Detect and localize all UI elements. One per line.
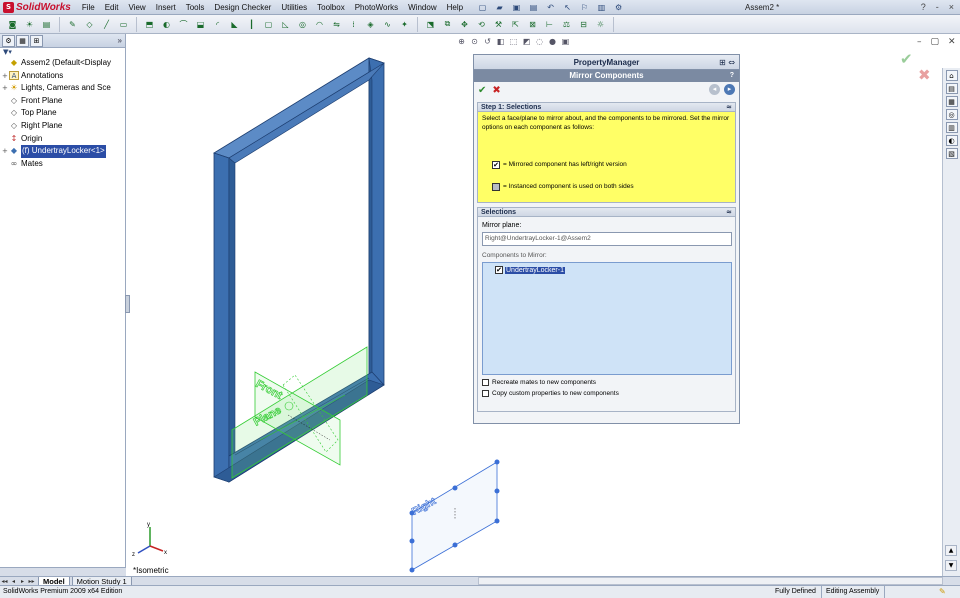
scroll-down-icon[interactable]: ▼ xyxy=(945,560,957,571)
pin-icon[interactable]: ⊞ ⇔ xyxy=(719,55,735,70)
option-recreate-mates[interactable]: Recreate mates to new components xyxy=(482,379,731,386)
solidworks-resources-icon[interactable]: ⌂ xyxy=(945,70,958,81)
tab-next-icon[interactable]: ▸ xyxy=(18,578,27,585)
triad-x-label: x xyxy=(164,550,167,556)
search-icon[interactable]: ◎ xyxy=(945,109,958,120)
edit-appearance-icon[interactable]: ● xyxy=(547,36,558,47)
property-manager-panel: PropertyManager ⊞ ⇔ Mirror Components ? … xyxy=(473,54,740,424)
feature-title: Mirror Components xyxy=(569,71,644,80)
section-view-icon[interactable]: ◧ xyxy=(495,36,506,47)
legend-instanced: = Instanced component is used on both si… xyxy=(482,183,731,192)
heads-up-view-toolbar: ⊕ ⊙ ↺ ◧ ⬚ ◩ ◌ ● ▣ xyxy=(455,36,572,47)
confirmation-cancel-icon[interactable]: ✖ xyxy=(918,66,931,84)
viewport-restore-icon[interactable]: ▢ xyxy=(931,37,940,47)
property-manager-header: PropertyManager ⊞ ⇔ xyxy=(474,55,739,70)
view-palette-icon[interactable]: ▥ xyxy=(945,122,958,133)
status-editing: Editing Assembly xyxy=(826,586,886,598)
cancel-button[interactable]: ✖ xyxy=(492,85,500,96)
property-manager-title: PropertyManager xyxy=(573,58,640,67)
copy-properties-label: Copy custom properties to new components xyxy=(492,390,619,397)
apply-scene-icon[interactable]: ▣ xyxy=(560,36,571,47)
horizontal-scrollbar[interactable] xyxy=(478,577,943,585)
viewport-window-controls: – ▢ ✕ xyxy=(917,37,956,47)
status-pencil-icon[interactable]: ✎ xyxy=(939,586,946,598)
viewport-minimize-icon[interactable]: – xyxy=(917,37,922,47)
graphics-vertical-scroll: ▲ ▼ xyxy=(945,545,958,575)
component-name: UndertrayLocker-1 xyxy=(505,266,565,274)
triad-y-label: y xyxy=(147,522,150,528)
copy-properties-checkbox[interactable] xyxy=(482,390,489,397)
step1-section-header[interactable]: Step 1: Selections ≈ xyxy=(477,102,736,112)
tab-first-icon[interactable]: ◂◂ xyxy=(0,578,9,585)
mirror-plane-field[interactable]: Right@UndertrayLocker-1@Assem2 xyxy=(482,232,732,246)
selections-box: Mirror plane: Right@UndertrayLocker-1@As… xyxy=(477,217,736,412)
display-style-icon[interactable]: ◩ xyxy=(521,36,532,47)
right-plane-preview[interactable]: Right xyxy=(409,459,500,573)
property-manager-actions: ✔ ✖ ◂ ▸ xyxy=(474,82,739,98)
step-navigation: ◂ ▸ xyxy=(709,84,735,95)
checked-box-icon: ✔ xyxy=(492,161,500,170)
component-checkbox[interactable]: ✔ xyxy=(495,266,503,274)
legend-instanced-text: = Instanced component is used on both si… xyxy=(503,182,634,190)
custom-properties-icon[interactable]: ▧ xyxy=(945,148,958,159)
triad-z-label: z xyxy=(132,552,135,558)
components-to-mirror-list[interactable]: ✔ UndertrayLocker-1 xyxy=(482,262,732,375)
mirror-plane-label: Mirror plane: xyxy=(482,222,522,229)
collapse-icon[interactable]: ≈ xyxy=(726,103,732,112)
help-icon[interactable]: ? xyxy=(730,70,734,82)
hide-show-icon[interactable]: ◌ xyxy=(534,36,545,47)
recreate-mates-checkbox[interactable] xyxy=(482,379,489,386)
status-defined: Fully Defined xyxy=(775,586,822,598)
legend-mirrored: ✔ = Mirrored component has left/right ve… xyxy=(482,161,731,170)
list-item[interactable]: ✔ UndertrayLocker-1 xyxy=(487,266,727,274)
recreate-mates-label: Recreate mates to new components xyxy=(492,379,597,386)
feature-title-bar: Mirror Components ? xyxy=(474,70,739,82)
status-bar: SolidWorks Premium 2009 x64 Edition Full… xyxy=(0,585,960,598)
next-button[interactable]: ▸ xyxy=(724,84,735,95)
legend-mirrored-text: = Mirrored component has left/right vers… xyxy=(503,161,627,168)
view-orientation-icon[interactable]: ⬚ xyxy=(508,36,519,47)
front-plane-preview[interactable]: Front Plane xyxy=(231,346,368,479)
viewport-close-icon[interactable]: ✕ xyxy=(948,37,956,47)
components-to-mirror-label: Components to Mirror: xyxy=(482,252,547,259)
confirmation-ok-icon[interactable]: ✔ xyxy=(900,50,913,68)
ok-button[interactable]: ✔ xyxy=(478,85,486,96)
unchecked-box-icon xyxy=(492,182,500,191)
zoom-area-icon[interactable]: ⊙ xyxy=(469,36,480,47)
previous-view-icon[interactable]: ↺ xyxy=(482,36,493,47)
zoom-to-fit-icon[interactable]: ⊕ xyxy=(456,36,467,47)
edition-text: SolidWorks Premium 2009 x64 Edition xyxy=(3,588,123,595)
selections-heading: Selections xyxy=(481,209,517,216)
tab-prev-icon[interactable]: ◂ xyxy=(9,578,18,585)
task-pane: ⌂ ▤ ▦ ◎ ▥ ◐ ▧ xyxy=(942,68,960,576)
reference-triad: y z x xyxy=(132,522,167,558)
step1-instructions-box: Select a face/plane to mirror about, and… xyxy=(477,112,736,203)
back-button[interactable]: ◂ xyxy=(709,84,720,95)
tab-last-icon[interactable]: ▸▸ xyxy=(27,578,36,585)
view-orientation-label: *Isometric xyxy=(133,566,169,575)
option-copy-properties[interactable]: Copy custom properties to new components xyxy=(482,390,731,397)
collapse-icon[interactable]: ≈ xyxy=(726,208,732,217)
step1-instructions: Select a face/plane to mirror about, and… xyxy=(482,115,730,131)
design-library-icon[interactable]: ▤ xyxy=(945,83,958,94)
selections-section-header[interactable]: Selections ≈ xyxy=(477,207,736,217)
step1-heading: Step 1: Selections xyxy=(481,104,542,111)
scroll-up-icon[interactable]: ▲ xyxy=(945,545,957,556)
appearances-icon[interactable]: ◐ xyxy=(945,135,958,146)
file-explorer-icon[interactable]: ▦ xyxy=(945,96,958,107)
